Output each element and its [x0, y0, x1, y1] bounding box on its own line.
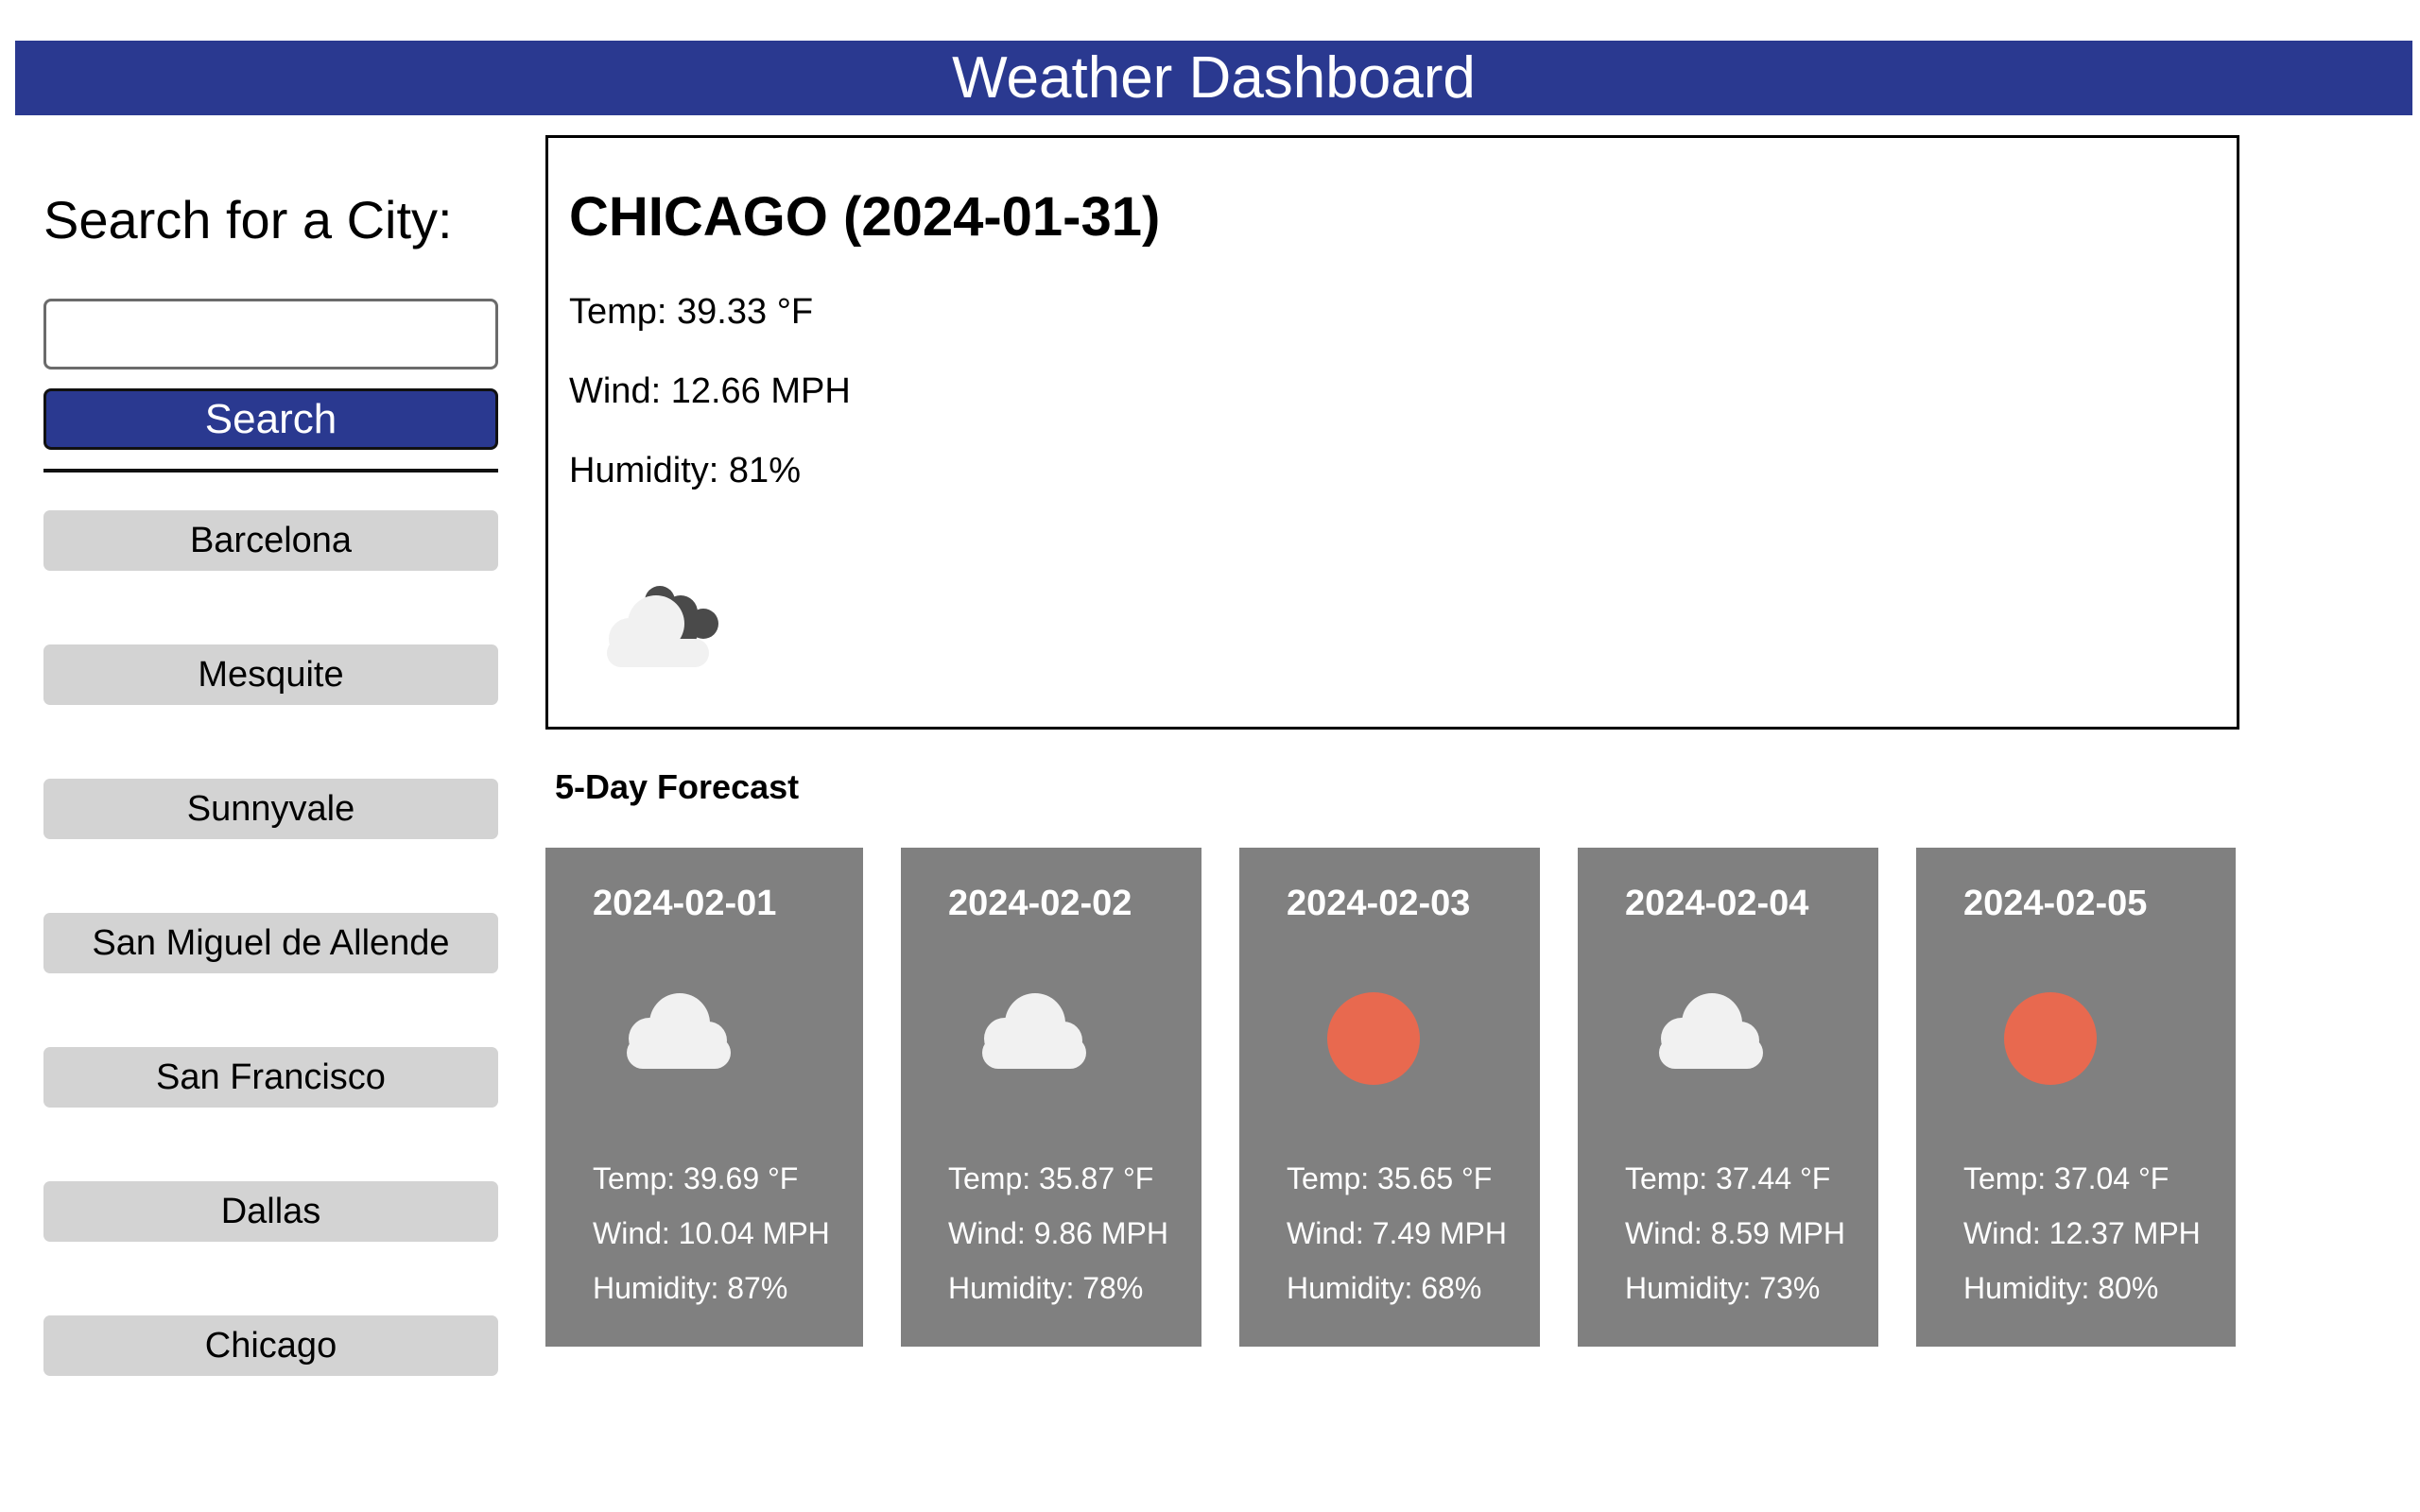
forecast-date: 2024-02-02: [948, 884, 1132, 923]
forecast-wind: Wind: 10.04 MPH: [593, 1216, 830, 1250]
search-button[interactable]: Search: [43, 388, 498, 450]
city-search-input[interactable]: [43, 299, 498, 369]
sun-icon: [1311, 989, 1434, 1098]
forecast-humidity: Humidity: 80%: [1963, 1271, 2159, 1305]
night-cloudy-icon: [597, 580, 739, 679]
forecast-temp: Temp: 39.69 °F: [593, 1161, 799, 1195]
sidebar-divider: [43, 469, 498, 472]
forecast-card: 2024-02-02 Temp: 35.87 °F Wind: 9.86 MPH…: [901, 848, 1201, 1347]
current-weather-panel: CHICAGO (2024-01-31) Temp: 39.33 °F Wind…: [545, 135, 2239, 730]
app-title: Weather Dashboard: [952, 45, 1476, 111]
history-city-button[interactable]: San Francisco: [43, 1047, 498, 1108]
forecast-wind: Wind: 12.37 MPH: [1963, 1216, 2201, 1250]
forecast-humidity: Humidity: 68%: [1287, 1271, 1482, 1305]
forecast-wind: Wind: 8.59 MPH: [1625, 1216, 1845, 1250]
forecast-wind: Wind: 7.49 MPH: [1287, 1216, 1507, 1250]
forecast-temp: Temp: 35.65 °F: [1287, 1161, 1493, 1195]
history-city-button[interactable]: San Miguel de Allende: [43, 913, 498, 973]
forecast-date: 2024-02-04: [1625, 884, 1809, 923]
forecast-temp: Temp: 37.04 °F: [1963, 1161, 2169, 1195]
history-city-button[interactable]: Dallas: [43, 1181, 498, 1242]
forecast-heading: 5-Day Forecast: [555, 767, 800, 806]
current-humidity: Humidity: 81%: [569, 451, 801, 490]
history-city-button[interactable]: Barcelona: [43, 510, 498, 571]
forecast-wind: Wind: 9.86 MPH: [948, 1216, 1168, 1250]
current-wind: Wind: 12.66 MPH: [569, 371, 851, 411]
forecast-humidity: Humidity: 78%: [948, 1271, 1144, 1305]
forecast-temp: Temp: 35.87 °F: [948, 1161, 1154, 1195]
forecast-card: 2024-02-05 Temp: 37.04 °F Wind: 12.37 MP…: [1916, 848, 2236, 1347]
forecast-humidity: Humidity: 73%: [1625, 1271, 1821, 1305]
forecast-date: 2024-02-01: [593, 884, 777, 923]
cloud-icon: [617, 989, 740, 1079]
app-header: Weather Dashboard: [15, 41, 2412, 115]
history-city-button[interactable]: Chicago: [43, 1315, 498, 1376]
history-city-button[interactable]: Sunnyvale: [43, 779, 498, 839]
forecast-card: 2024-02-03 Temp: 35.65 °F Wind: 7.49 MPH…: [1239, 848, 1540, 1347]
current-city-title: CHICAGO (2024-01-31): [569, 186, 1161, 248]
search-heading: Search for a City:: [43, 190, 453, 249]
forecast-humidity: Humidity: 87%: [593, 1271, 788, 1305]
history-city-button[interactable]: Mesquite: [43, 644, 498, 705]
sun-icon: [1988, 989, 2111, 1098]
forecast-card: 2024-02-04 Temp: 37.44 °F Wind: 8.59 MPH…: [1578, 848, 1878, 1347]
cloud-icon: [973, 989, 1096, 1079]
forecast-card: 2024-02-01 Temp: 39.69 °F Wind: 10.04 MP…: [545, 848, 863, 1347]
forecast-date: 2024-02-05: [1963, 884, 2148, 923]
forecast-temp: Temp: 37.44 °F: [1625, 1161, 1831, 1195]
forecast-date: 2024-02-03: [1287, 884, 1471, 923]
cloud-icon: [1650, 989, 1772, 1079]
current-temp: Temp: 39.33 °F: [569, 292, 814, 332]
